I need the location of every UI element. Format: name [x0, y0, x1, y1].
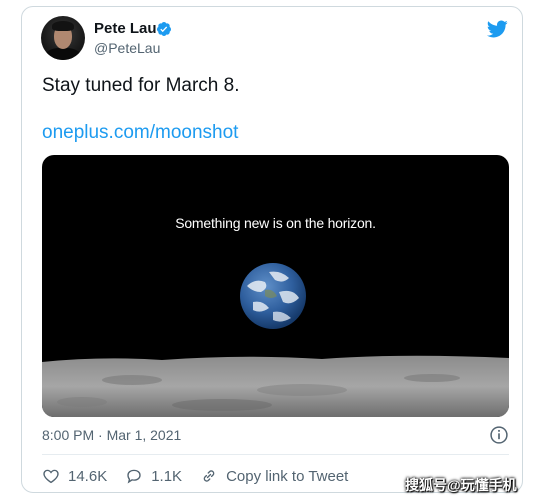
reply-bubble-icon: [127, 469, 141, 484]
tweet-card: Pete Lau @PeteLau Stay tuned for March 8…: [21, 6, 523, 493]
reply-button[interactable]: 1.1K: [125, 467, 182, 485]
info-icon[interactable]: [489, 425, 509, 445]
like-button[interactable]: 14.6K: [42, 467, 107, 485]
tweet-text: Stay tuned for March 8.: [42, 75, 240, 96]
link-icon: [203, 470, 215, 482]
copy-link-button[interactable]: Copy link to Tweet: [200, 467, 348, 485]
avatar[interactable]: [41, 16, 85, 60]
media-caption: Something new is on the horizon.: [175, 215, 376, 231]
moon-surface-image: [42, 355, 509, 417]
author-handle[interactable]: @PeteLau: [94, 40, 160, 56]
copy-link-label: Copy link to Tweet: [226, 467, 349, 485]
tweet-link[interactable]: oneplus.com/moonshot: [42, 122, 238, 144]
tweet-actions: 14.6K 1.1K Copy link to Tweet: [42, 465, 366, 487]
heart-icon: [43, 469, 59, 484]
divider: [42, 454, 509, 455]
tweet-timestamp[interactable]: 8:00 PM · Mar 1, 2021: [42, 427, 181, 443]
like-count: 14.6K: [68, 467, 108, 485]
avatar-hair: [52, 21, 74, 31]
twitter-bird-icon[interactable]: [485, 18, 509, 40]
author-name[interactable]: Pete Lau: [94, 20, 157, 37]
watermark: 搜狐号@玩懂手机: [405, 477, 517, 493]
tweet-media-image[interactable]: Something new is on the horizon.: [42, 155, 509, 417]
reply-count: 1.1K: [151, 467, 183, 485]
avatar-shirt: [45, 48, 81, 60]
verified-badge-icon: [156, 22, 171, 36]
earth-image: [240, 263, 306, 329]
